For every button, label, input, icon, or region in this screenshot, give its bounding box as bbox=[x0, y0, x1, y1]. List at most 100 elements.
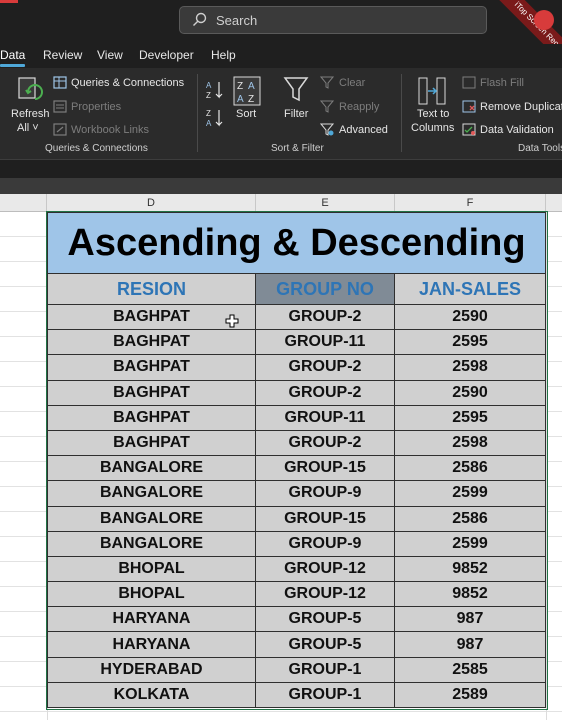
table-row: BAGHPAT GROUP-2 2590 bbox=[47, 305, 546, 331]
header-group-no[interactable]: GROUP NO bbox=[256, 274, 395, 305]
cell-jan-sales[interactable]: 2585 bbox=[395, 657, 545, 683]
cell-group-no[interactable]: GROUP-2 bbox=[256, 305, 395, 331]
formula-bar-gap bbox=[0, 178, 562, 194]
sheet-title[interactable]: Ascending & Descending bbox=[47, 212, 546, 274]
cell-resion[interactable]: HYDERABAD bbox=[48, 657, 256, 683]
svg-text:Z: Z bbox=[237, 81, 243, 92]
cell-jan-sales[interactable]: 2598 bbox=[395, 430, 545, 457]
svg-text:A: A bbox=[237, 94, 244, 105]
refresh-icon bbox=[18, 77, 43, 100]
table-row: BHOPAL GROUP-12 9852 bbox=[47, 556, 546, 583]
cell-resion[interactable]: BHOPAL bbox=[48, 556, 256, 583]
column-header-f[interactable]: F bbox=[395, 194, 546, 212]
tab-review[interactable]: Review bbox=[43, 48, 82, 62]
cell-resion[interactable]: BAGHPAT bbox=[48, 405, 256, 431]
cell-group-no[interactable]: GROUP-5 bbox=[256, 607, 395, 633]
cell-resion[interactable]: BANGALORE bbox=[48, 456, 256, 482]
table-row: KOLKATA GROUP-1 2589 bbox=[47, 682, 546, 708]
sort-descending-icon[interactable]: Z A bbox=[206, 108, 224, 128]
sort-ascending-icon[interactable]: A Z bbox=[206, 80, 224, 100]
cell-jan-sales[interactable]: 2598 bbox=[395, 355, 545, 381]
cell-group-no[interactable]: GROUP-11 bbox=[256, 330, 395, 356]
recorder-logo-icon bbox=[534, 10, 554, 30]
table-row: BHOPAL GROUP-12 9852 bbox=[47, 582, 546, 608]
cell-group-no[interactable]: GROUP-9 bbox=[256, 531, 395, 557]
cell-resion[interactable]: BANGALORE bbox=[48, 506, 256, 532]
column-header-blank bbox=[0, 194, 47, 212]
cell-jan-sales[interactable]: 2595 bbox=[395, 405, 545, 431]
text-to-label: Text to bbox=[417, 108, 450, 120]
search-input[interactable]: Search bbox=[179, 6, 487, 34]
tab-help[interactable]: Help bbox=[211, 48, 236, 62]
table-row: BANGALORE GROUP-15 2586 bbox=[47, 456, 546, 482]
cell-group-no[interactable]: GROUP-1 bbox=[256, 657, 395, 683]
reapply-icon bbox=[320, 100, 334, 113]
cell-group-no[interactable]: GROUP-15 bbox=[256, 456, 395, 482]
cell-jan-sales[interactable]: 2586 bbox=[395, 506, 545, 532]
cell-group-no[interactable]: GROUP-1 bbox=[256, 682, 395, 708]
ribbon-panel: Refresh All ˅ Queries & Connections Prop… bbox=[0, 68, 562, 160]
reapply-label: Reapply bbox=[339, 101, 380, 113]
cell-group-no[interactable]: GROUP-12 bbox=[256, 556, 395, 583]
svg-text:A: A bbox=[206, 81, 212, 90]
cell-jan-sales[interactable]: 2595 bbox=[395, 330, 545, 356]
header-resion[interactable]: RESION bbox=[48, 274, 256, 305]
cell-jan-sales[interactable]: 2586 bbox=[395, 456, 545, 482]
cell-resion[interactable]: BAGHPAT bbox=[48, 330, 256, 356]
cell-jan-sales[interactable]: 987 bbox=[395, 632, 545, 658]
cell-resion[interactable]: BANGALORE bbox=[48, 481, 256, 507]
table-row: HYDERABAD GROUP-1 2585 bbox=[47, 657, 546, 683]
column-header-g[interactable] bbox=[546, 194, 562, 212]
column-header-d[interactable]: D bbox=[47, 194, 256, 212]
ribbon-tabs: Data Review View Developer Help bbox=[0, 44, 562, 68]
cell-resion[interactable]: BAGHPAT bbox=[48, 355, 256, 381]
cell-jan-sales[interactable]: 2589 bbox=[395, 682, 545, 708]
tab-developer[interactable]: Developer bbox=[139, 48, 194, 62]
cell-jan-sales[interactable]: 2590 bbox=[395, 305, 545, 331]
cell-jan-sales[interactable]: 987 bbox=[395, 607, 545, 633]
workbook-links-label: Workbook Links bbox=[71, 124, 150, 136]
filter-label: Filter bbox=[284, 108, 309, 120]
properties-label: Properties bbox=[71, 101, 122, 113]
cell-cursor-icon bbox=[225, 314, 239, 328]
cell-group-no[interactable]: GROUP-11 bbox=[256, 405, 395, 431]
window-accent bbox=[0, 0, 18, 3]
cell-group-no[interactable]: GROUP-15 bbox=[256, 506, 395, 532]
refresh-label: Refresh bbox=[11, 108, 50, 120]
cell-group-no[interactable]: GROUP-2 bbox=[256, 380, 395, 406]
cell-group-no[interactable]: GROUP-2 bbox=[256, 355, 395, 381]
cell-group-no[interactable]: GROUP-2 bbox=[256, 430, 395, 457]
column-headers: D E F bbox=[0, 194, 562, 212]
cell-resion[interactable]: BHOPAL bbox=[48, 582, 256, 608]
cell-jan-sales[interactable]: 2599 bbox=[395, 531, 545, 557]
cell-group-no[interactable]: GROUP-9 bbox=[256, 481, 395, 507]
cell-jan-sales[interactable]: 9852 bbox=[395, 582, 545, 608]
svg-text:Z: Z bbox=[206, 91, 211, 100]
cell-group-no[interactable]: GROUP-5 bbox=[256, 632, 395, 658]
cell-resion[interactable]: BAGHPAT bbox=[48, 380, 256, 406]
cell-group-no[interactable]: GROUP-12 bbox=[256, 582, 395, 608]
cell-resion[interactable]: KOLKATA bbox=[48, 682, 256, 708]
clear-filter-icon bbox=[320, 76, 334, 89]
table-row: BAGHPAT GROUP-11 2595 bbox=[47, 405, 546, 431]
table-row: HARYANA GROUP-5 987 bbox=[47, 607, 546, 633]
remove-duplicates-icon bbox=[462, 100, 476, 113]
cell-resion[interactable]: HARYANA bbox=[48, 632, 256, 658]
grid-line bbox=[546, 212, 547, 720]
cell-jan-sales[interactable]: 9852 bbox=[395, 556, 545, 583]
advanced-filter-icon bbox=[320, 123, 334, 136]
search-icon bbox=[193, 12, 207, 26]
tab-view[interactable]: View bbox=[97, 48, 123, 62]
data-validation-label: Data Validation bbox=[480, 124, 554, 136]
cell-resion[interactable]: BAGHPAT bbox=[48, 430, 256, 457]
columns-label: Columns bbox=[411, 122, 455, 134]
cell-resion[interactable]: BANGALORE bbox=[48, 531, 256, 557]
column-header-e[interactable]: E bbox=[256, 194, 395, 212]
refresh-all-label: All ˅ bbox=[17, 122, 39, 134]
flash-fill-icon bbox=[462, 76, 476, 89]
cell-jan-sales[interactable]: 2599 bbox=[395, 481, 545, 507]
tab-data[interactable]: Data bbox=[0, 48, 26, 67]
cell-jan-sales[interactable]: 2590 bbox=[395, 380, 545, 406]
header-jan-sales[interactable]: JAN-SALES bbox=[395, 274, 545, 305]
cell-resion[interactable]: HARYANA bbox=[48, 607, 256, 633]
